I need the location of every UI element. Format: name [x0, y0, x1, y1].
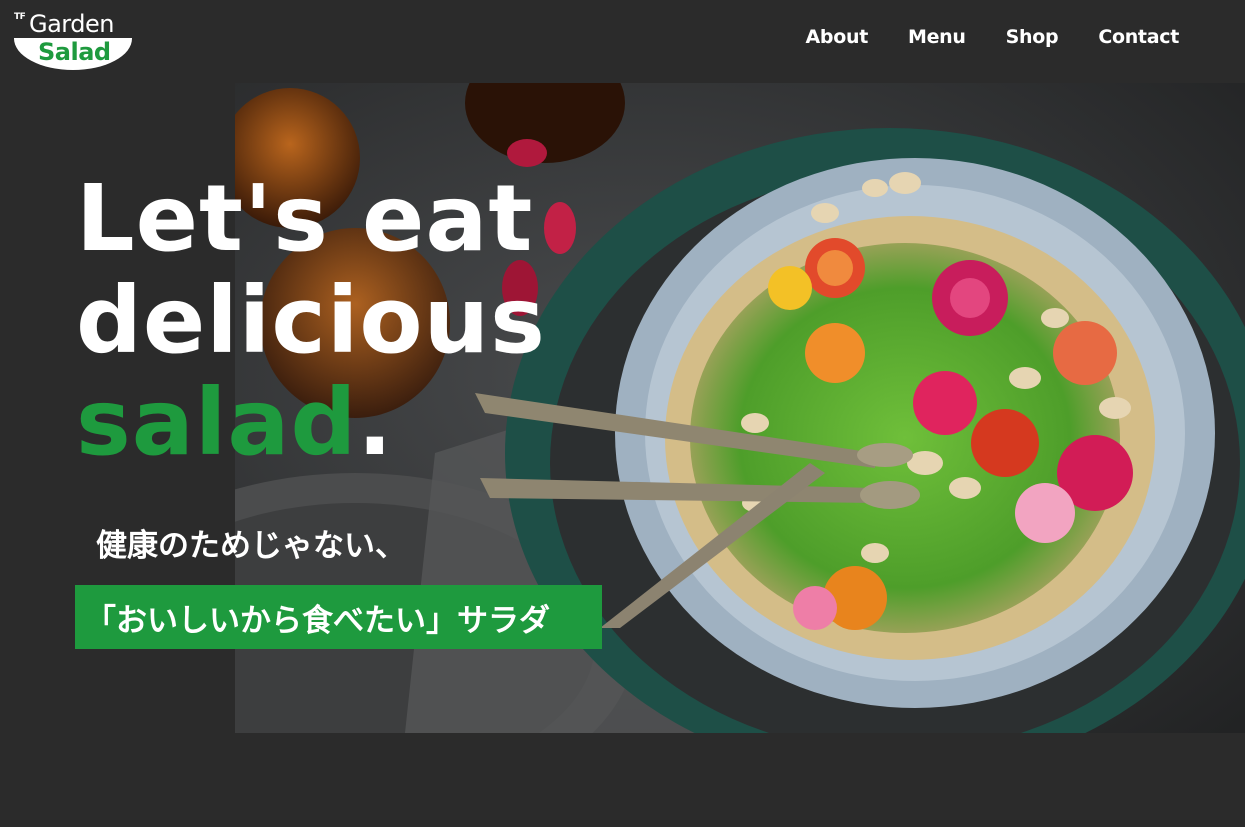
logo-prefix: TF — [14, 12, 26, 22]
headline-salad-word: salad — [76, 369, 358, 476]
headline-line-2: delicious — [76, 267, 546, 374]
headline-line-3: salad. — [76, 372, 546, 474]
headline-line-1: Let's eat — [76, 165, 534, 272]
hero-headline: Let's eat delicious salad. — [76, 168, 546, 474]
logo[interactable]: TF Garden Salad — [12, 10, 134, 72]
nav-link-contact[interactable]: Contact — [1098, 26, 1179, 48]
hero-tagline-banner: 「おいしいから食べたい」サラダ — [75, 585, 602, 649]
main-nav: About Menu Shop Contact — [806, 26, 1180, 48]
logo-bottom-word: Salad — [38, 38, 111, 66]
nav-link-menu[interactable]: Menu — [908, 26, 966, 48]
hero-subtext: 健康のためじゃない、 — [96, 528, 406, 564]
site-header: TF Garden Salad About Menu Shop Contact — [0, 0, 1245, 83]
nav-link-shop[interactable]: Shop — [1006, 26, 1059, 48]
nav-link-about[interactable]: About — [806, 26, 869, 48]
headline-period: . — [357, 369, 394, 476]
logo-top-word: Garden — [29, 10, 114, 38]
